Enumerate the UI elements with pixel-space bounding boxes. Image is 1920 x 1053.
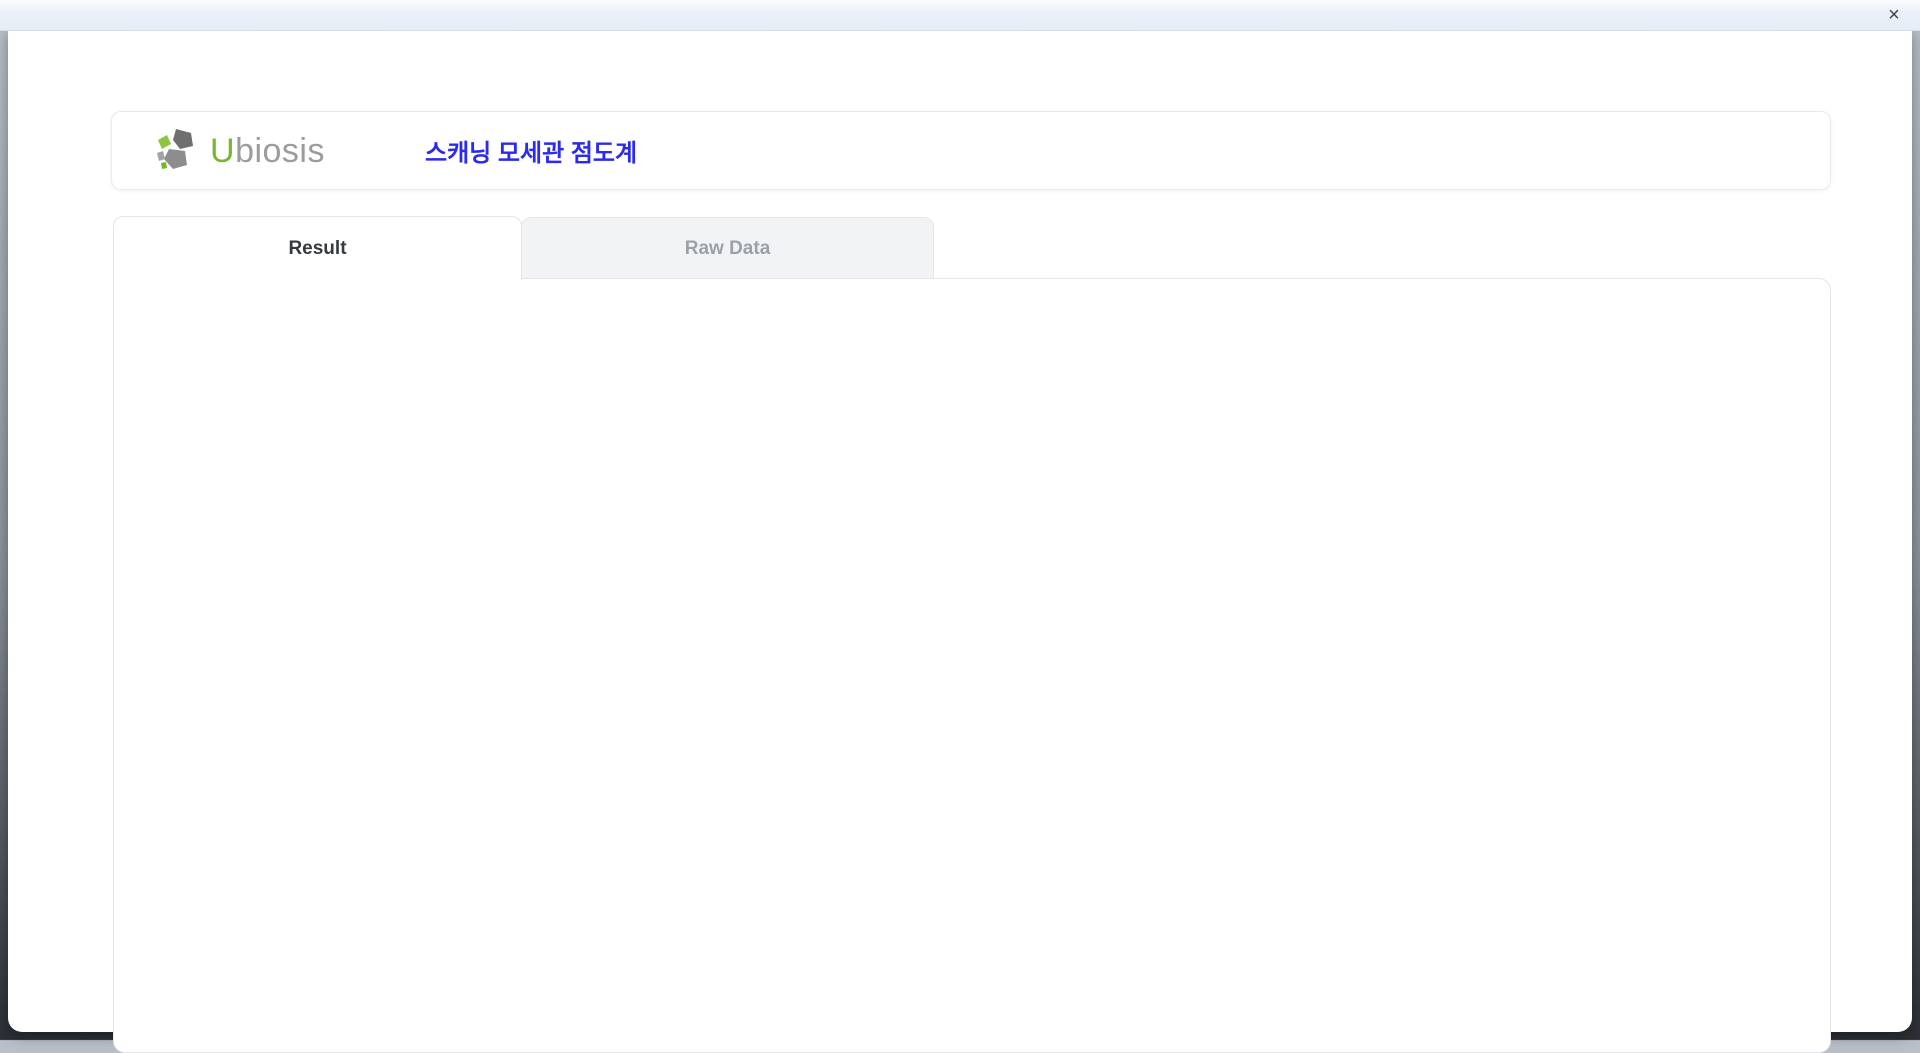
app-header: Ubiosis 스캐닝 모세관 점도계 [111,111,1831,190]
result-panel [113,278,1831,1053]
ubiosis-logo: Ubiosis [156,128,325,174]
window-titlebar: × [0,0,1920,31]
logo-text: Ubiosis [210,134,325,168]
logo-letter-u: U [210,131,236,170]
screen: × Ubiosis 스캐닝 모세관 점도계 Result Raw Data [0,0,1920,1053]
tab-result[interactable]: Result [113,216,522,280]
app-title-korean: 스캐닝 모세관 점도계 [425,140,638,167]
app-window: Ubiosis 스캐닝 모세관 점도계 Result Raw Data i Fi… [8,30,1912,1053]
logo-biosis: biosis [235,131,325,170]
ubiosis-logo-icon [157,128,193,169]
tab-raw-data[interactable]: Raw Data [521,217,934,279]
close-icon[interactable]: × [1882,3,1906,27]
